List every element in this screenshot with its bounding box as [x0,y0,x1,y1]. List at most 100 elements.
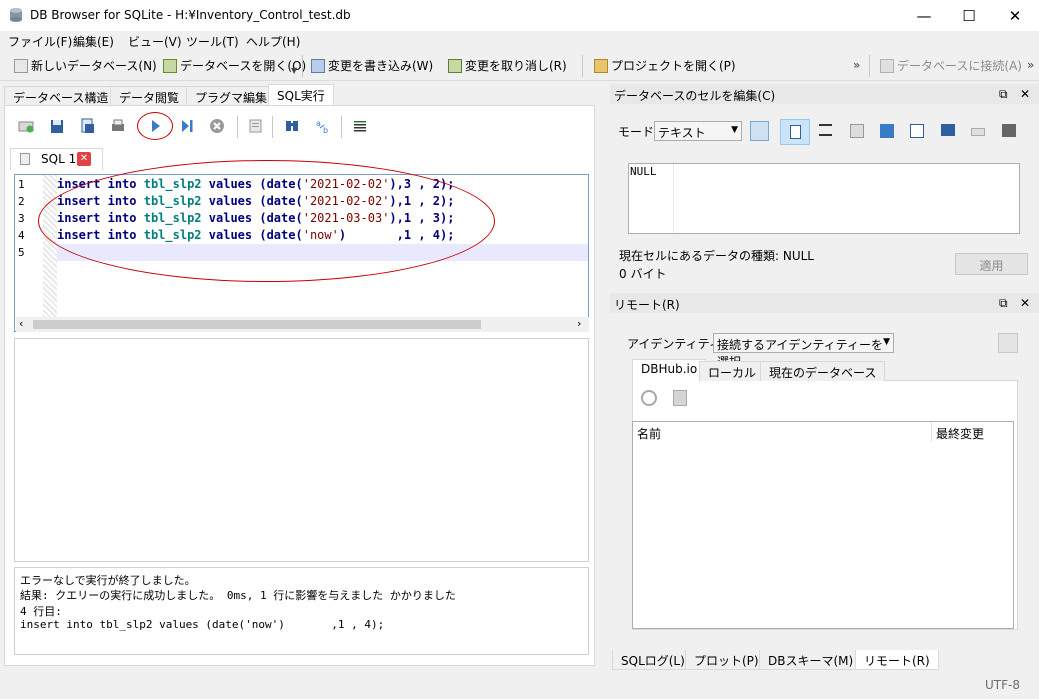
cell-content: NULL [630,165,657,178]
print-cell-icon[interactable] [1002,124,1016,137]
comment-block-icon[interactable] [351,117,369,135]
new-database-button[interactable]: 新しいデータベース(N) [14,57,157,74]
tab-local[interactable]: ローカル [699,361,766,381]
menu-tools[interactable]: ツール(T) [186,33,239,50]
open-project-button[interactable]: プロジェクトを開く(P) [594,57,736,74]
execute-current-line-icon[interactable] [178,117,196,135]
database-icon [10,8,22,22]
write-changes-button[interactable]: 変更を書き込み(W) [311,57,433,74]
indent-icon[interactable] [819,124,832,136]
auto-switch-mode-icon[interactable] [750,121,769,141]
cell-type-info: 現在セルにあるデータの種類: NULL [619,249,814,263]
print-icon[interactable] [109,117,127,135]
connect-database-button: データベースに接続(A) [880,57,1022,74]
save-sql-file-icon[interactable] [79,117,97,135]
word-wrap-icon[interactable] [780,119,810,145]
toolbar-separator [582,55,583,77]
open-database-button[interactable]: データベースを開く(O) [163,57,306,74]
scroll-left-icon[interactable]: ‹ [19,317,23,330]
revert-changes-button[interactable]: 変更を取り消し(R) [448,57,567,74]
open-database-icon [163,58,177,73]
results-grid[interactable] [14,338,589,562]
clone-database-icon [998,333,1018,353]
close-tab-icon[interactable]: ✕ [77,152,91,166]
close-panel-icon[interactable]: ✕ [1020,296,1030,310]
connect-database-label: データベースに接続(A) [897,59,1022,73]
minimize-button[interactable]: — [901,0,947,31]
export-icon[interactable] [880,124,894,138]
identity-select[interactable]: 接続するアイデンティティーを選択▼ [713,333,894,369]
scrollbar-thumb[interactable] [33,320,481,329]
chevron-down-icon: ▼ [731,125,738,135]
toolbar-separator [341,116,342,138]
scroll-right-icon[interactable]: › [577,317,581,330]
menu-bar: ファイル(F) 編集(E) ビュー(V) ツール(T) ヘルプ(H) [0,31,1039,51]
close-panel-icon[interactable]: ✕ [1020,87,1030,101]
window-title: DB Browser for SQLite - H:¥Inventory_Con… [30,8,351,22]
dropdown-arrow-icon[interactable]: ▼ [291,66,297,75]
panel-header: データベースのセルを編集(C) ⧉ ✕ [610,84,1039,104]
tab-browse-data[interactable]: データ閲覧 [110,86,189,106]
fold-margin [43,175,57,317]
menu-view[interactable]: ビュー(V) [128,33,182,50]
menu-file[interactable]: ファイル(F) [8,33,72,50]
close-button[interactable]: ✕ [992,0,1038,31]
tab-current-database[interactable]: 現在のデータベース [760,361,886,381]
tab-remote[interactable]: リモート(R) [855,650,939,670]
message-line: insert into tbl_slp2 values (date('now')… [20,618,385,631]
column-header-modified[interactable]: 最終変更 [936,425,984,442]
float-panel-icon[interactable]: ⧉ [999,87,1008,102]
toolbar-separator [302,55,303,77]
tab-plot[interactable]: プロット(P) [685,650,768,670]
find-icon[interactable] [283,117,301,135]
remote-file-list[interactable]: 名前 最終変更 [632,421,1014,629]
toolbar-overflow-icon[interactable]: » [853,58,860,72]
new-database-icon [14,58,28,73]
sql-tab-label: SQL 1 [41,152,77,166]
line-number: 3 [18,212,25,225]
float-panel-icon[interactable]: ⧉ [999,296,1008,311]
menu-help[interactable]: ヘルプ(H) [246,33,300,50]
open-project-icon [594,58,608,73]
tab-database-structure[interactable]: データベース構造 [4,86,118,106]
svg-text:b: b [323,126,328,135]
mode-select[interactable]: テキスト ▼ [654,121,742,141]
main-toolbar: 新しいデータベース(N) データベースを開く(O) ▼ 変更を書き込み(W) 変… [0,51,1039,81]
import-icon [850,124,864,138]
message-line: 結果: クエリーの実行に成功しました。 0ms, 1 行に影響を与えました かか… [20,589,456,602]
message-pane[interactable]: エラーなしで実行が終了しました。 結果: クエリーの実行に成功しました。 0ms… [14,567,589,655]
tab-dbhub[interactable]: DBHub.io [632,359,707,381]
sql-file-icon [20,153,30,165]
maximize-button[interactable]: ☐ [946,0,992,31]
line-number-gutter: 1 2 3 4 5 [15,175,43,317]
open-tab-icon[interactable] [17,117,35,135]
tab-execute-sql[interactable]: SQL実行 [268,84,334,106]
horizontal-scrollbar[interactable]: ‹ › [16,317,589,332]
tab-sql-log[interactable]: SQLログ(L) [612,650,694,670]
open-sql-file-icon[interactable] [48,117,66,135]
encoding-status: UTF-8 [985,678,1020,692]
sql-editor-tab[interactable]: SQL 1 ✕ [10,148,103,170]
cell-editor-text[interactable]: NULL [628,163,1020,234]
menu-edit[interactable]: 編集(E) [73,33,114,50]
find-replace-icon[interactable]: ab [314,117,332,135]
execute-all-icon[interactable] [146,117,164,135]
apply-button: 適用 [955,253,1028,275]
revert-changes-label: 変更を取り消し(R) [465,59,567,73]
set-null-icon[interactable] [910,124,924,138]
tab-db-schema[interactable]: DBスキーマ(M) [759,650,863,670]
line-number: 5 [18,246,25,259]
cell-editor-divider [673,164,674,233]
title-bar: DB Browser for SQLite - H:¥Inventory_Con… [0,0,1039,31]
push-database-icon [673,390,687,406]
connect-database-icon [880,58,894,73]
toolbar-overflow-icon[interactable]: » [1027,58,1034,72]
line-number: 4 [18,229,25,242]
write-changes-icon [311,58,325,73]
toolbar-separator [869,55,870,77]
tab-edit-pragmas[interactable]: プラグマ編集 [186,86,277,106]
panel-title: リモート(R) [614,298,680,312]
image-icon[interactable] [941,124,955,136]
mode-value: テキスト [658,126,706,140]
column-header-name[interactable]: 名前 [637,425,661,442]
